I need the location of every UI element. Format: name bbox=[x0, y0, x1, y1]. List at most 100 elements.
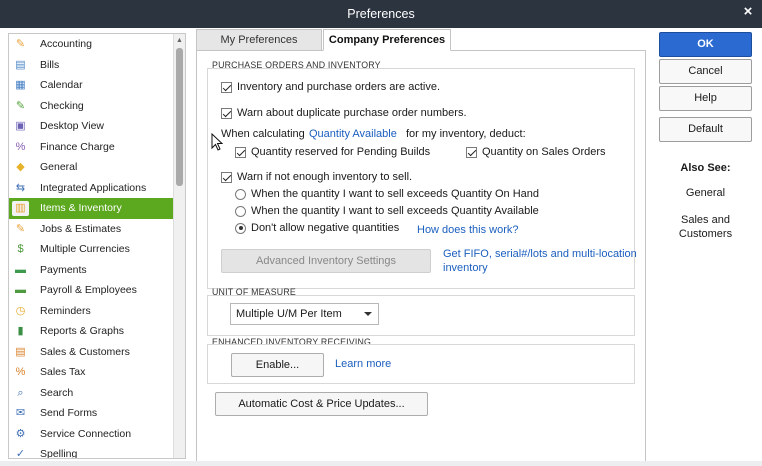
service-connection-icon: ⚙ bbox=[15, 427, 26, 440]
sidebar-item-label: Send Forms bbox=[40, 407, 98, 419]
reserved-pending-builds-checkbox[interactable]: Quantity reserved for Pending Builds bbox=[235, 146, 430, 158]
preferences-category-list[interactable]: ✎ Accounting ▤ Bills ▦ Calendar ✎ Checking ▣ Desk… bbox=[8, 33, 186, 459]
sidebar-item-label: Search bbox=[40, 386, 74, 399]
sidebar-item-payments[interactable]: ▬ Payments bbox=[9, 260, 174, 281]
checkbox-label: Warn about duplicate purchase order numb… bbox=[237, 107, 467, 119]
send-forms-icon: ✉ bbox=[15, 407, 26, 420]
sidebar-item-label: Checking bbox=[40, 99, 84, 112]
sidebar-item-label: Spelling bbox=[40, 448, 78, 459]
general-icon: ◆ bbox=[16, 161, 25, 174]
sidebar-item-send-forms[interactable]: ✉ Send Forms bbox=[9, 403, 174, 424]
sidebar-item-label: Accounting bbox=[40, 38, 92, 50]
sidebar-item-desktop-view[interactable]: ▣ Desktop View bbox=[9, 116, 174, 137]
sidebar-item-integrated-applications[interactable]: ⇆ Integrated Applications bbox=[9, 178, 174, 199]
sidebar-item-label: Sales & Customers bbox=[40, 345, 130, 358]
sidebar-item-label: Reports & Graphs bbox=[40, 325, 125, 337]
window-bottom-edge bbox=[0, 461, 762, 466]
inventory-active-checkbox[interactable]: Inventory and purchase orders are active… bbox=[221, 81, 440, 93]
accounting-icon: ✎ bbox=[15, 38, 26, 51]
sidebar-item-spelling[interactable]: ✓ Spelling bbox=[9, 444, 174, 459]
sidebar-item-finance-charge[interactable]: % Finance Charge bbox=[9, 137, 174, 158]
sidebar-item-calendar[interactable]: ▦ Calendar bbox=[9, 75, 174, 96]
sidebar-scrollbar[interactable]: ▲ bbox=[173, 34, 185, 458]
also-see-sales-line2[interactable]: Customers bbox=[659, 228, 752, 240]
sidebar-item-label: General bbox=[40, 161, 78, 173]
sidebar-item-jobs-estimates[interactable]: ✎ Jobs & Estimates bbox=[9, 219, 174, 240]
reminders-icon: ◷ bbox=[15, 304, 26, 317]
help-button[interactable]: Help bbox=[659, 86, 752, 111]
radio-circle bbox=[235, 188, 246, 200]
scrollbar-thumb[interactable] bbox=[176, 48, 183, 186]
enable-receiving-button[interactable]: Enable... bbox=[231, 353, 324, 377]
how-does-this-work-link[interactable]: How does this work? bbox=[417, 224, 519, 236]
jobs-estimates-icon: ✎ bbox=[15, 222, 26, 235]
sidebar-item-label: Payments bbox=[40, 263, 87, 276]
calendar-icon: ▦ bbox=[15, 79, 26, 92]
sidebar-item-label: Items & Inventory bbox=[40, 202, 122, 214]
sidebar-item-sales-customers[interactable]: ▤ Sales & Customers bbox=[9, 342, 174, 363]
ok-button[interactable]: OK bbox=[659, 32, 752, 57]
sidebar-item-payroll-employees[interactable]: ▬ Payroll & Employees bbox=[9, 280, 174, 301]
sidebar-item-checking[interactable]: ✎ Checking bbox=[9, 96, 174, 117]
items-inventory-icon: ▥ bbox=[12, 201, 29, 216]
warn-not-enough-inventory-checkbox[interactable]: Warn if not enough inventory to sell. bbox=[221, 171, 412, 183]
sidebar-item-label: Bills bbox=[40, 58, 60, 71]
spelling-icon: ✓ bbox=[15, 448, 26, 459]
sidebar-item-label: Payroll & Employees bbox=[40, 284, 137, 296]
tab-my-preferences[interactable]: My Preferences bbox=[196, 29, 322, 51]
sales-customers-icon: ▤ bbox=[15, 345, 26, 358]
warn-duplicate-po-checkbox[interactable]: Warn about duplicate purchase order numb… bbox=[221, 107, 467, 119]
sidebar-item-reports-graphs[interactable]: ▮ Reports & Graphs bbox=[9, 321, 174, 342]
sidebar-item-service-connection[interactable]: ⚙ Service Connection bbox=[9, 424, 174, 445]
window-title: Preferences bbox=[347, 7, 415, 21]
sidebar-item-general[interactable]: ◆ General bbox=[9, 157, 174, 178]
sidebar-item-label: Multiple Currencies bbox=[40, 243, 130, 255]
sidebar-item-sales-tax[interactable]: % Sales Tax bbox=[9, 362, 174, 383]
sidebar-item-label: Finance Charge bbox=[40, 140, 115, 153]
multiple-currencies-icon: $ bbox=[17, 243, 24, 256]
category-items: ✎ Accounting ▤ Bills ▦ Calendar ✎ Checking ▣ Desk… bbox=[9, 34, 174, 459]
close-icon[interactable]: × bbox=[740, 3, 756, 21]
quantity-sales-orders-checkbox[interactable]: Quantity on Sales Orders bbox=[466, 146, 606, 158]
tab-company-preferences[interactable]: Company Preferences bbox=[323, 29, 451, 51]
checkbox-box bbox=[235, 146, 246, 158]
tab-label: My Preferences bbox=[220, 34, 298, 46]
radio-no-negative-quantities[interactable]: Don't allow negative quantities bbox=[235, 222, 399, 234]
automatic-cost-price-updates-button[interactable]: Automatic Cost & Price Updates... bbox=[215, 392, 428, 416]
bills-icon: ▤ bbox=[15, 58, 26, 71]
sidebar-item-multiple-currencies[interactable]: $ Multiple Currencies bbox=[9, 239, 174, 260]
sidebar-item-label: Service Connection bbox=[40, 427, 132, 440]
checkbox-box bbox=[466, 146, 477, 158]
fifo-upgrade-link-line1[interactable]: Get FIFO, serial#/lots and multi-locatio… bbox=[443, 248, 637, 260]
cancel-button[interactable]: Cancel bbox=[659, 59, 752, 84]
quantity-available-link[interactable]: Quantity Available bbox=[309, 128, 397, 140]
chevron-down-icon bbox=[364, 312, 372, 316]
sales-tax-icon: % bbox=[15, 366, 26, 379]
radio-exceeds-on-hand[interactable]: When the quantity I want to sell exceeds… bbox=[235, 188, 539, 200]
checkbox-label: Quantity reserved for Pending Builds bbox=[251, 146, 431, 158]
sidebar-item-items-inventory[interactable]: ▥ Items & Inventory bbox=[9, 198, 174, 219]
checkbox-label: Inventory and purchase orders are active… bbox=[237, 81, 441, 93]
sidebar-item-reminders[interactable]: ◷ Reminders bbox=[9, 301, 174, 322]
company-preferences-panel: PURCHASE ORDERS AND INVENTORY Inventory … bbox=[196, 50, 646, 462]
radio-exceeds-available[interactable]: When the quantity I want to sell exceeds… bbox=[235, 205, 539, 217]
for-my-inventory-text: for my inventory, deduct: bbox=[406, 128, 526, 140]
sidebar-item-bills[interactable]: ▤ Bills bbox=[9, 55, 174, 76]
default-button[interactable]: Default bbox=[659, 117, 752, 142]
unit-of-measure-select[interactable]: Multiple U/M Per Item bbox=[230, 303, 379, 325]
reports-graphs-icon: ▮ bbox=[17, 325, 24, 338]
radio-circle bbox=[235, 205, 246, 217]
select-value: Multiple U/M Per Item bbox=[236, 308, 342, 320]
integrated-applications-icon: ⇆ bbox=[15, 181, 26, 194]
also-see-general[interactable]: General bbox=[659, 187, 752, 199]
sidebar-item-search[interactable]: ⌕ Search bbox=[9, 383, 174, 404]
advanced-inventory-settings-button[interactable]: Advanced Inventory Settings bbox=[221, 249, 431, 273]
also-see-sales-line1[interactable]: Sales and bbox=[659, 214, 752, 226]
tab-label: Company Preferences bbox=[328, 34, 446, 46]
fifo-upgrade-link-line2[interactable]: inventory bbox=[443, 262, 488, 274]
learn-more-link[interactable]: Learn more bbox=[335, 358, 391, 370]
payroll-employees-icon: ▬ bbox=[15, 284, 26, 297]
radio-label: When the quantity I want to sell exceeds… bbox=[251, 188, 539, 200]
sidebar-item-accounting[interactable]: ✎ Accounting bbox=[9, 34, 174, 55]
scroll-up-icon[interactable]: ▲ bbox=[174, 35, 185, 47]
